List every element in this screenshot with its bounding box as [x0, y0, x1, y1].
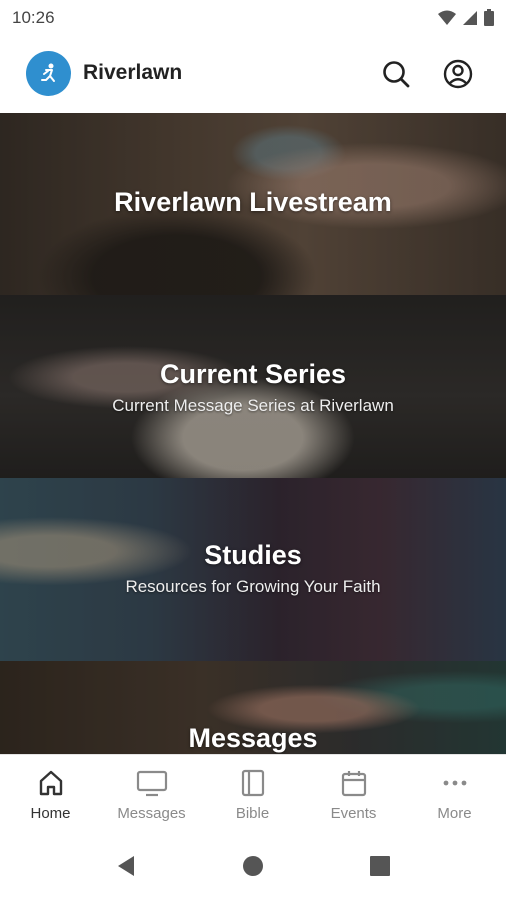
tile-subtitle: Resources for Growing Your Faith: [125, 577, 381, 596]
content-feed[interactable]: Riverlawn Livestream Current Series Curr…: [0, 113, 506, 754]
back-icon[interactable]: [114, 854, 138, 878]
status-time: 10:26: [12, 8, 55, 27]
system-nav-bar: [0, 830, 506, 900]
nav-label: Events: [330, 805, 377, 822]
status-bar: 10:26: [0, 0, 506, 36]
runner-icon: [40, 63, 55, 82]
recents-icon[interactable]: [368, 854, 392, 878]
calendar-icon: [340, 769, 368, 797]
tile-text: Messages: [0, 723, 506, 754]
tile-title: Riverlawn Livestream: [114, 187, 392, 217]
nav-label: More: [437, 805, 472, 822]
nav-messages[interactable]: Messages: [101, 755, 202, 831]
account-button[interactable]: [442, 58, 474, 90]
tile-subtitle: Current Message Series at Riverlawn: [112, 396, 394, 415]
nav-label: Bible: [235, 805, 270, 822]
nav-home[interactable]: Home: [0, 755, 101, 831]
app-header: Riverlawn: [0, 36, 506, 114]
tile-title: Studies: [204, 540, 302, 570]
nav-label: Home: [30, 805, 71, 822]
monitor-icon: [136, 769, 168, 797]
search-button[interactable]: [380, 58, 412, 90]
app-title: Riverlawn: [83, 61, 183, 84]
tile-text: Studies Resources for Growing Your Faith: [0, 540, 506, 597]
account-icon: [443, 59, 473, 89]
livestream-tile[interactable]: Riverlawn Livestream: [0, 113, 506, 295]
tile-text: Riverlawn Livestream: [0, 187, 506, 218]
nav-label: Messages: [117, 805, 186, 822]
messages-tile[interactable]: Messages: [0, 661, 506, 754]
more-icon: [441, 769, 469, 797]
nav-events[interactable]: Events: [303, 755, 404, 831]
studies-tile[interactable]: Studies Resources for Growing Your Faith: [0, 478, 506, 661]
bottom-nav: Home Messages Bible Events More: [0, 754, 506, 831]
home-icon: [37, 769, 65, 797]
wifi-icon: [438, 10, 456, 25]
signal-icon: [463, 10, 477, 25]
home-circle-icon[interactable]: [241, 854, 265, 878]
nav-bible[interactable]: Bible: [202, 755, 303, 831]
status-icons: [438, 9, 494, 26]
tile-title: Current Series: [159, 359, 347, 389]
nav-more[interactable]: More: [404, 755, 505, 831]
tile-title: Messages: [188, 723, 318, 753]
search-icon: [383, 61, 410, 88]
book-icon: [240, 769, 266, 797]
battery-icon: [484, 9, 494, 26]
current-series-tile[interactable]: Current Series Current Message Series at…: [0, 295, 506, 478]
runner-logo[interactable]: [26, 51, 71, 96]
tile-text: Current Series Current Message Series at…: [0, 359, 506, 416]
